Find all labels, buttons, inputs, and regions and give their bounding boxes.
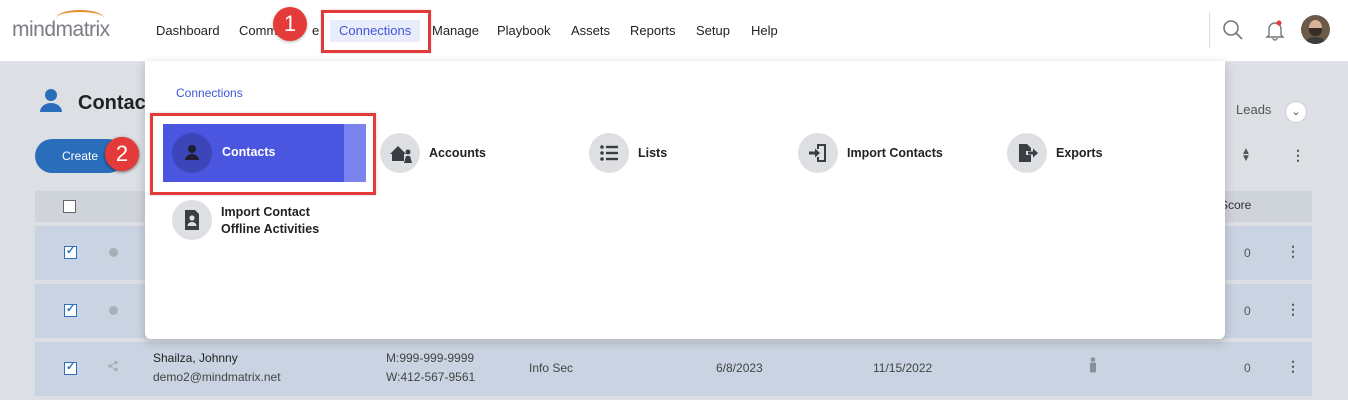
contact-work-phone: W:412-567-9561 xyxy=(386,370,476,384)
top-bar: mindmatrix Dashboard Comm e Connections … xyxy=(0,0,1348,62)
avatar-body xyxy=(1304,37,1327,44)
row-checkbox[interactable] xyxy=(64,302,77,317)
chevron-down-icon[interactable]: ⌄ xyxy=(1285,101,1307,123)
nav-playbook[interactable]: Playbook xyxy=(497,0,550,61)
share-icon[interactable] xyxy=(107,360,119,375)
nav-setup[interactable]: Setup xyxy=(696,0,730,61)
page-title: Contac xyxy=(78,92,146,114)
contact-name[interactable]: Shailza, Johnny xyxy=(153,351,238,365)
menu-item-label: Import Contacts xyxy=(847,146,943,160)
menu-item-contacts[interactable]: Contacts xyxy=(163,124,366,182)
row-checkbox[interactable] xyxy=(64,360,77,375)
nav-help[interactable]: Help xyxy=(751,0,778,61)
menu-item-label: Contacts xyxy=(222,145,276,159)
sort-icon[interactable]: ▲ ▼ xyxy=(1241,147,1251,164)
contact-mobile: M:999-999-9999 xyxy=(386,351,475,365)
page-title-icon xyxy=(40,88,62,115)
contact-date-1: 6/8/2023 xyxy=(716,361,763,375)
person-status-icon xyxy=(1088,357,1098,376)
app-logo[interactable]: mindmatrix xyxy=(12,10,110,42)
connections-dropdown: Connections Accounts Lists Import Contac… xyxy=(145,61,1225,339)
list-icon xyxy=(589,133,629,173)
nav-dashboard[interactable]: Dashboard xyxy=(156,0,220,61)
nav-assets[interactable]: Assets xyxy=(571,0,610,61)
house-person-icon xyxy=(380,133,420,173)
row-checkbox[interactable] xyxy=(64,244,77,259)
nav-communicate-tail[interactable]: e xyxy=(312,0,319,61)
status-dot xyxy=(109,306,118,315)
logo-arc xyxy=(56,10,104,26)
nav-manage[interactable]: Manage xyxy=(432,0,479,61)
menu-item-label-line2: Offline Activities xyxy=(221,222,320,236)
row-score: 0 xyxy=(1244,361,1251,375)
person-icon xyxy=(172,133,212,173)
select-all-checkbox[interactable] xyxy=(63,200,76,213)
row-kebab-icon[interactable]: ⋮ xyxy=(1286,301,1300,318)
search-icon[interactable] xyxy=(1220,17,1246,43)
menu-item-label: Lists xyxy=(638,146,668,160)
contact-email: demo2@mindmatrix.net xyxy=(153,370,281,384)
step-1-badge: 1 xyxy=(273,7,307,41)
nav-communicate[interactable]: Comm xyxy=(239,0,277,61)
step-2-badge-overlay: 2 xyxy=(105,137,139,171)
toolbar-kebab-icon[interactable]: ⋮ xyxy=(1291,147,1305,164)
connections-highlight-box xyxy=(321,10,431,53)
row-score: 0 xyxy=(1244,246,1251,260)
row-kebab-icon[interactable]: ⋮ xyxy=(1286,243,1300,260)
contact-date-2: 11/15/2022 xyxy=(873,361,933,375)
bell-icon[interactable] xyxy=(1262,17,1288,43)
user-avatar[interactable] xyxy=(1301,15,1330,44)
topbar-divider xyxy=(1209,12,1210,48)
row-kebab-icon[interactable]: ⋮ xyxy=(1286,358,1300,375)
menu-item-label-line1: Import Contact xyxy=(221,205,310,219)
contact-file-icon xyxy=(172,200,212,240)
table-row[interactable]: Shailza, Johnny demo2@mindmatrix.net M:9… xyxy=(35,342,1312,400)
export-icon xyxy=(1007,133,1047,173)
contacts-item-edge xyxy=(344,124,366,182)
leads-label: Leads xyxy=(1236,102,1272,117)
import-icon xyxy=(798,133,838,173)
nav-reports[interactable]: Reports xyxy=(630,0,676,61)
menu-item-label: Accounts xyxy=(429,146,486,160)
status-dot xyxy=(109,248,118,257)
avatar-beard xyxy=(1309,28,1322,36)
dropdown-title[interactable]: Connections xyxy=(176,86,243,100)
row-score: 0 xyxy=(1244,304,1251,318)
menu-item-label: Exports xyxy=(1056,146,1103,160)
contact-department: Info Sec xyxy=(529,361,574,375)
